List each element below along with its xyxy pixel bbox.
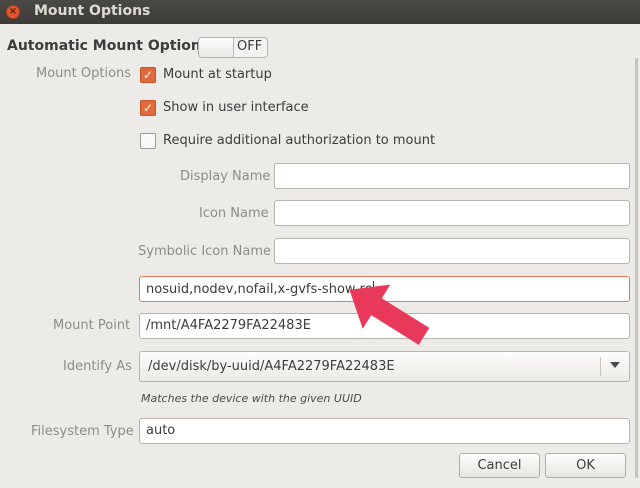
identify-as-hint: Matches the device with the given UUID — [141, 392, 362, 405]
cancel-button[interactable]: Cancel — [459, 453, 540, 478]
scrollbar[interactable] — [632, 28, 640, 488]
require-authorization-checkbox[interactable] — [140, 133, 156, 149]
mount-options-section-label: Mount Options — [36, 66, 132, 81]
scrollbar-thumb[interactable] — [635, 58, 638, 478]
icon-name-label: Icon Name — [199, 206, 269, 221]
identify-as-dropdown[interactable]: /dev/disk/by-uuid/A4FA2279FA22483E — [139, 351, 630, 382]
identify-as-value: /dev/disk/by-uuid/A4FA2279FA22483E — [148, 359, 395, 374]
chevron-down-icon[interactable] — [610, 362, 620, 368]
mount-at-startup-checkbox[interactable]: ✓ — [140, 67, 156, 83]
title-bar: × Mount Options — [0, 0, 640, 24]
display-name-input[interactable] — [274, 163, 630, 189]
show-in-ui-label: Show in user interface — [163, 100, 309, 115]
red-arrow-pointer-icon — [349, 284, 430, 345]
toggle-knob[interactable] — [199, 38, 234, 57]
symbolic-icon-name-label: Symbolic Icon Name — [138, 244, 271, 259]
filesystem-type-input[interactable]: auto — [139, 418, 630, 444]
symbolic-icon-name-input[interactable] — [274, 238, 630, 264]
close-icon[interactable]: × — [6, 5, 20, 19]
icon-name-input[interactable] — [274, 200, 630, 226]
identify-as-label: Identify As — [63, 359, 132, 374]
dropdown-separator — [600, 357, 601, 376]
filesystem-type-label: Filesystem Type — [31, 424, 134, 439]
ok-button[interactable]: OK — [545, 453, 626, 478]
mount-at-startup-label: Mount at startup — [163, 67, 272, 82]
display-name-label: Display Name — [180, 169, 271, 184]
automatic-mount-options-label: Automatic Mount Options — [7, 38, 210, 54]
window-title: Mount Options — [34, 3, 151, 19]
show-in-ui-checkbox[interactable]: ✓ — [140, 100, 156, 116]
require-authorization-label: Require additional authorization to moun… — [163, 133, 436, 148]
mount-point-label: Mount Point — [53, 318, 131, 333]
automatic-mount-toggle[interactable]: OFF — [198, 37, 268, 58]
toggle-state-text: OFF — [237, 39, 263, 54]
